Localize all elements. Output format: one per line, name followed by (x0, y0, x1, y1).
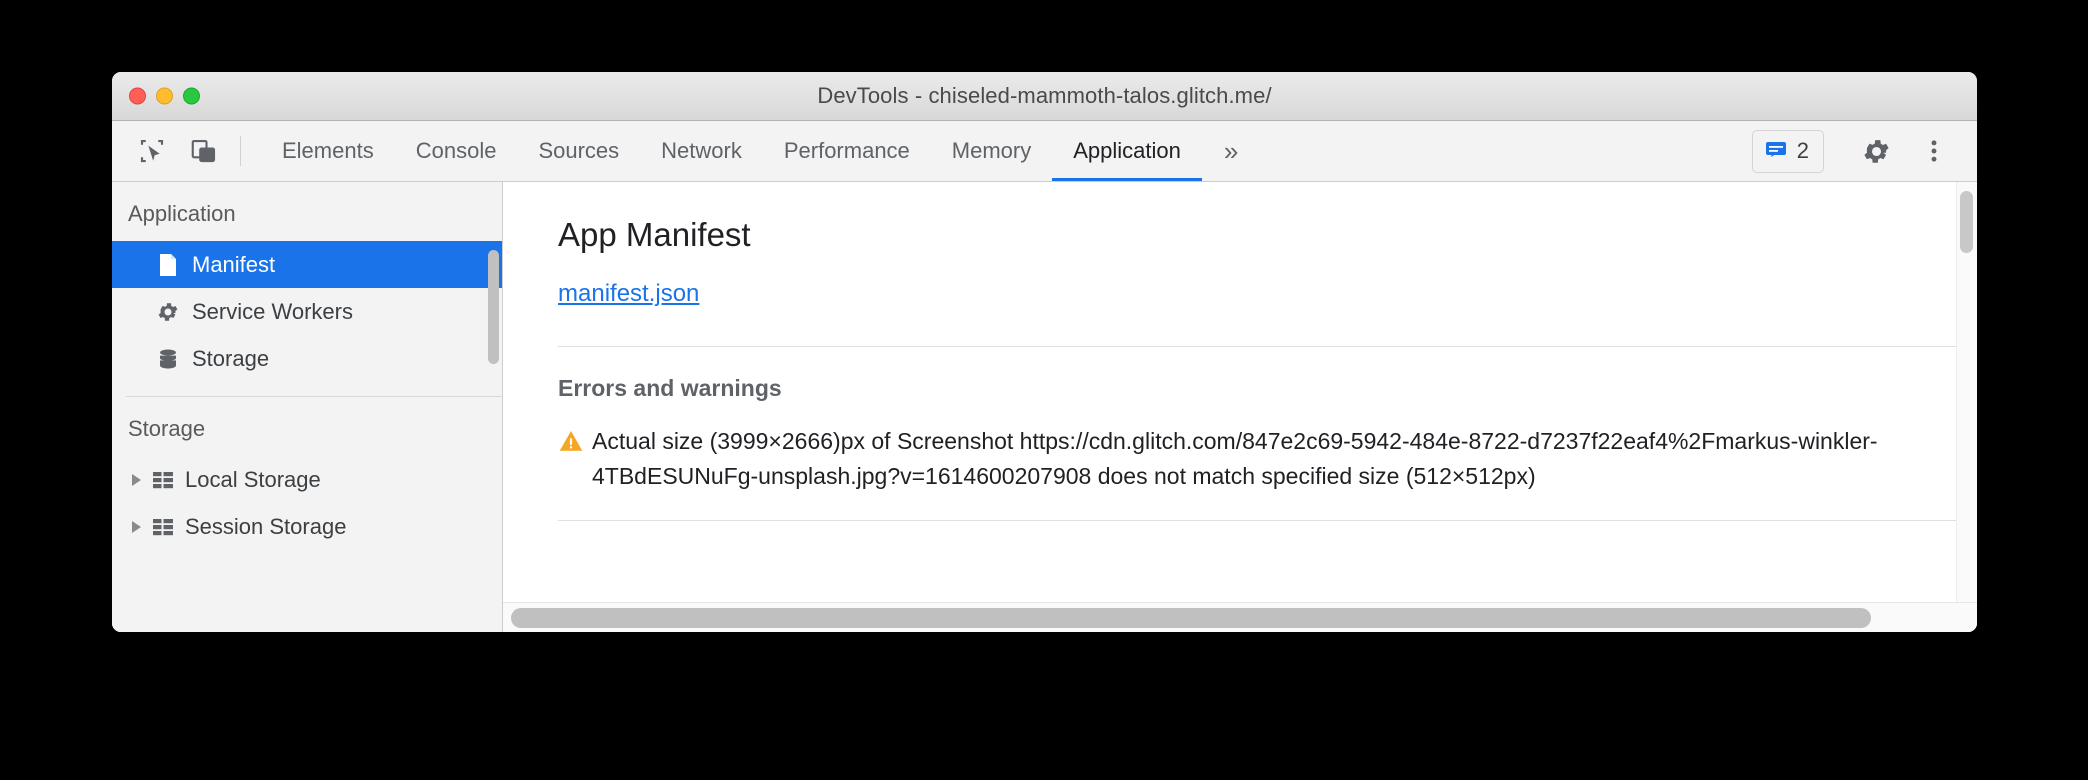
more-tabs-icon[interactable]: » (1202, 121, 1260, 181)
manifest-header-section: App Manifest manifest.json (558, 182, 1977, 346)
warning-triangle-icon (558, 424, 592, 494)
application-sidebar: Application Manifest Service Workers Sto… (112, 182, 503, 632)
devtools-toolbar: Elements Console Sources Network Perform… (112, 121, 1977, 182)
sidebar-item-label: Manifest (192, 251, 276, 277)
tab-sources[interactable]: Sources (517, 121, 640, 181)
errors-section-title: Errors and warnings (558, 375, 782, 401)
sidebar-item-label: Session Storage (185, 513, 347, 539)
minimize-button[interactable] (156, 87, 173, 105)
horizontal-scrollbar-thumb[interactable] (511, 608, 1871, 628)
database-icon (156, 347, 180, 371)
toolbar-right-tools: 2 (1751, 121, 1977, 181)
manifest-content: App Manifest manifest.json Errors and wa… (503, 182, 1977, 566)
zoom-button[interactable] (183, 87, 200, 105)
tab-elements[interactable]: Elements (261, 121, 395, 181)
sidebar-scrollbar-thumb[interactable] (488, 250, 499, 364)
gear-icon (156, 300, 180, 324)
panel-tabs: Elements Console Sources Network Perform… (261, 121, 1202, 181)
tab-network[interactable]: Network (640, 121, 763, 181)
more-vertical-icon[interactable] (1907, 128, 1961, 174)
next-section-divider (558, 520, 1977, 566)
devtools-body: Application Manifest Service Workers Sto… (112, 182, 1977, 632)
warning-message: Actual size (3999×2666)px of Screenshot … (592, 428, 1878, 489)
sidebar-section-application-header: Application (128, 201, 236, 226)
chevron-right-icon[interactable] (132, 473, 141, 486)
errors-and-warnings-section: Errors and warnings Actual size (3999×26… (558, 347, 1977, 520)
tab-console[interactable]: Console (395, 121, 518, 181)
main-vertical-scrollbar[interactable] (1956, 182, 1977, 602)
sidebar-item-session-storage[interactable]: Session Storage (112, 503, 502, 550)
gear-icon[interactable] (1849, 128, 1903, 174)
sidebar-item-local-storage[interactable]: Local Storage (112, 456, 502, 503)
tab-memory[interactable]: Memory (931, 121, 1052, 181)
window-titlebar: DevTools - chiseled-mammoth-talos.glitch… (112, 72, 1977, 121)
sidebar-item-manifest[interactable]: Manifest (112, 241, 502, 288)
chevron-right-icon[interactable] (132, 520, 141, 533)
document-icon (156, 253, 180, 277)
main-scrollbar-thumb[interactable] (1960, 191, 1973, 253)
toolbar-divider (240, 136, 241, 166)
warning-item: Actual size (3999×2666)px of Screenshot … (558, 424, 1977, 494)
window-controls (129, 87, 200, 105)
sidebar-item-label: Service Workers (192, 298, 353, 324)
sidebar-section-storage-header: Storage (128, 416, 206, 441)
message-count-badge[interactable]: 2 (1751, 129, 1824, 173)
devtools-window: DevTools - chiseled-mammoth-talos.glitch… (112, 72, 1977, 632)
page-title: App Manifest (558, 216, 751, 253)
manifest-panel: App Manifest manifest.json Errors and wa… (503, 182, 1977, 632)
device-toolbar-icon[interactable] (178, 121, 230, 181)
manifest-json-link[interactable]: manifest.json (558, 280, 699, 308)
horizontal-scrollbar[interactable] (503, 602, 1977, 632)
close-button[interactable] (129, 87, 146, 105)
sidebar-item-label: Storage (192, 345, 270, 371)
table-icon (151, 516, 175, 538)
manifest-content-scroll: App Manifest manifest.json Errors and wa… (503, 182, 1977, 602)
tab-application[interactable]: Application (1052, 121, 1202, 181)
tab-performance[interactable]: Performance (763, 121, 931, 181)
message-icon (1764, 137, 1788, 166)
sidebar-item-storage[interactable]: Storage (112, 335, 502, 382)
table-icon (151, 469, 175, 491)
sidebar-item-label: Local Storage (185, 466, 321, 492)
message-count: 2 (1796, 138, 1809, 163)
window-title: DevTools - chiseled-mammoth-talos.glitch… (817, 83, 1272, 108)
sidebar-item-service-workers[interactable]: Service Workers (112, 288, 502, 335)
inspect-element-icon[interactable] (126, 121, 178, 181)
